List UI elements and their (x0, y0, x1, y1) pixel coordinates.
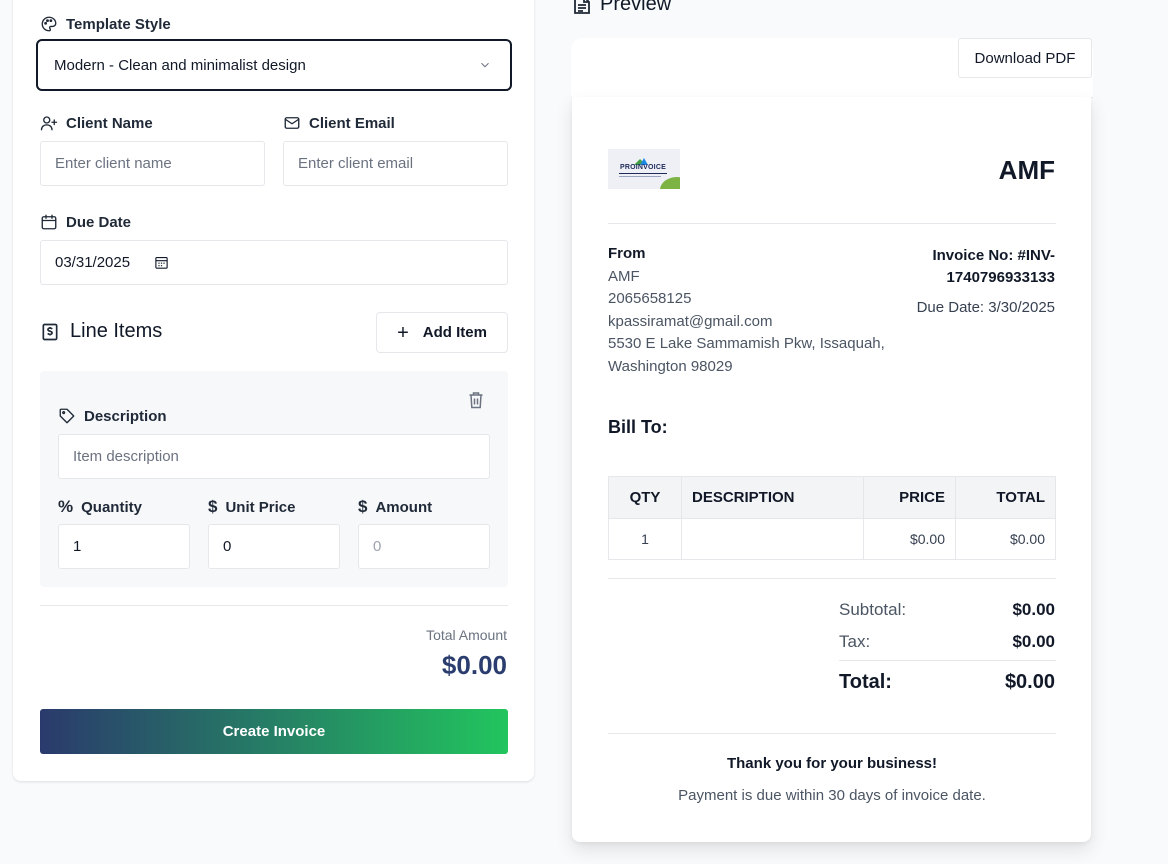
amount-label: $ Amount (358, 497, 432, 517)
quantity-input[interactable]: 1 (58, 524, 190, 569)
col-price: PRICE (863, 476, 956, 519)
template-style-label: Template Style (40, 15, 171, 33)
palette-icon (41, 16, 57, 32)
company-logo: PROINVOICE (608, 149, 680, 189)
col-description: DESCRIPTION (681, 476, 864, 519)
calendar-icon (41, 214, 57, 230)
thank-you-note: Thank you for your business! (726, 755, 938, 772)
template-style-value: Modern - Clean and minimalist design (54, 56, 306, 74)
cell-total: $0.00 (955, 518, 1056, 560)
due-date-input[interactable]: 03/31/2025 (40, 240, 508, 285)
user-plus-icon (40, 116, 58, 131)
table-divider (608, 578, 1056, 579)
receipt-dollar-icon (42, 323, 58, 340)
template-style-select[interactable]: Modern - Clean and minimalist design (36, 39, 512, 91)
from-label: From (608, 245, 646, 262)
from-name: AMF (608, 268, 640, 285)
download-pdf-button[interactable]: Download PDF (958, 38, 1092, 78)
calendar-picker-icon[interactable] (154, 255, 169, 270)
from-address-2: Washington 98029 (608, 358, 733, 375)
percent-icon: % (58, 497, 74, 516)
amount-label-text: Amount (375, 498, 433, 516)
form-divider (40, 605, 508, 606)
description-label: Description (58, 407, 167, 425)
cell-qty: 1 (608, 518, 682, 560)
header-divider (608, 223, 1056, 224)
add-item-button[interactable]: + Add Item (376, 312, 508, 353)
subtotal-value: $0.00 (1012, 600, 1055, 619)
table-row: 1 $0.00 $0.00 (608, 518, 1056, 560)
preview-title: Preview (600, 0, 672, 15)
description-input[interactable]: Item description (58, 434, 490, 479)
chevron-down-icon (481, 62, 489, 68)
from-address-1: 5530 E Lake Sammamish Pkw, Issaquah, (608, 335, 885, 352)
document-icon (574, 0, 590, 14)
client-name-label: Client Name (40, 114, 153, 132)
from-phone: 2065658125 (608, 290, 692, 307)
cell-price: $0.00 (863, 518, 956, 560)
dollar-icon: $ (358, 497, 368, 516)
client-name-label-text: Client Name (66, 114, 153, 132)
due-date-value: 03/31/2025 (55, 254, 131, 271)
subtotal-label: Subtotal: (839, 600, 907, 619)
add-item-label: Add Item (422, 324, 487, 341)
create-invoice-button[interactable]: Create Invoice (40, 709, 508, 754)
preview-heading: Preview (573, 0, 671, 16)
invoice-items-table: QTY DESCRIPTION PRICE TOTAL 1 $0.00 $0.0… (608, 476, 1056, 560)
invoice-number: Invoice No: #INV-1740796933133 (932, 247, 1055, 286)
tax-value: $0.00 (1012, 632, 1055, 651)
dollar-icon: $ (208, 497, 218, 516)
client-email-input[interactable]: Enter client email (283, 141, 508, 186)
template-style-label-text: Template Style (66, 15, 171, 33)
unit-price-label: $ Unit Price (208, 497, 296, 517)
tax-label: Tax: (839, 632, 871, 651)
col-qty: QTY (608, 476, 682, 519)
company-name: AMF (998, 155, 1055, 185)
cell-description (681, 518, 864, 560)
line-items-title: Line Items (70, 320, 163, 342)
unit-price-label-text: Unit Price (225, 498, 296, 516)
quantity-label: % Quantity (58, 497, 142, 517)
grand-total-label: Total: (839, 671, 892, 693)
client-email-label-text: Client Email (309, 114, 395, 132)
total-amount-label: Total Amount (426, 627, 507, 643)
table-header-row: QTY DESCRIPTION PRICE TOTAL (608, 476, 1056, 519)
footer-divider (608, 733, 1056, 734)
total-amount-value: $0.00 (441, 650, 507, 680)
client-email-label: Client Email (283, 114, 395, 132)
payment-terms: Payment is due within 30 days of invoice… (678, 787, 986, 804)
client-name-input[interactable]: Enter client name (40, 141, 265, 186)
plus-icon: + (397, 321, 409, 344)
due-date-label: Due Date (40, 213, 131, 231)
due-date-label-text: Due Date (66, 213, 132, 231)
bill-to-label: Bill To: (608, 417, 668, 437)
from-email: kpassiramat@gmail.com (608, 313, 773, 330)
mail-icon (284, 117, 300, 129)
quantity-label-text: Quantity (81, 498, 142, 516)
description-label-text: Description (84, 407, 167, 425)
tag-icon (59, 408, 75, 424)
line-items-heading: Line Items (40, 320, 162, 343)
col-total: TOTAL (955, 476, 1056, 519)
logo-text: PROINVOICE (620, 164, 666, 171)
invoice-due-date: Due Date: 3/30/2025 (916, 299, 1055, 316)
amount-input: 0 (358, 524, 490, 569)
grand-total-value: $0.00 (1004, 671, 1055, 693)
trash-icon[interactable] (468, 391, 484, 409)
summary-divider (839, 660, 1056, 661)
unit-price-input[interactable]: 0 (208, 524, 340, 569)
invoice-preview (572, 97, 1091, 842)
